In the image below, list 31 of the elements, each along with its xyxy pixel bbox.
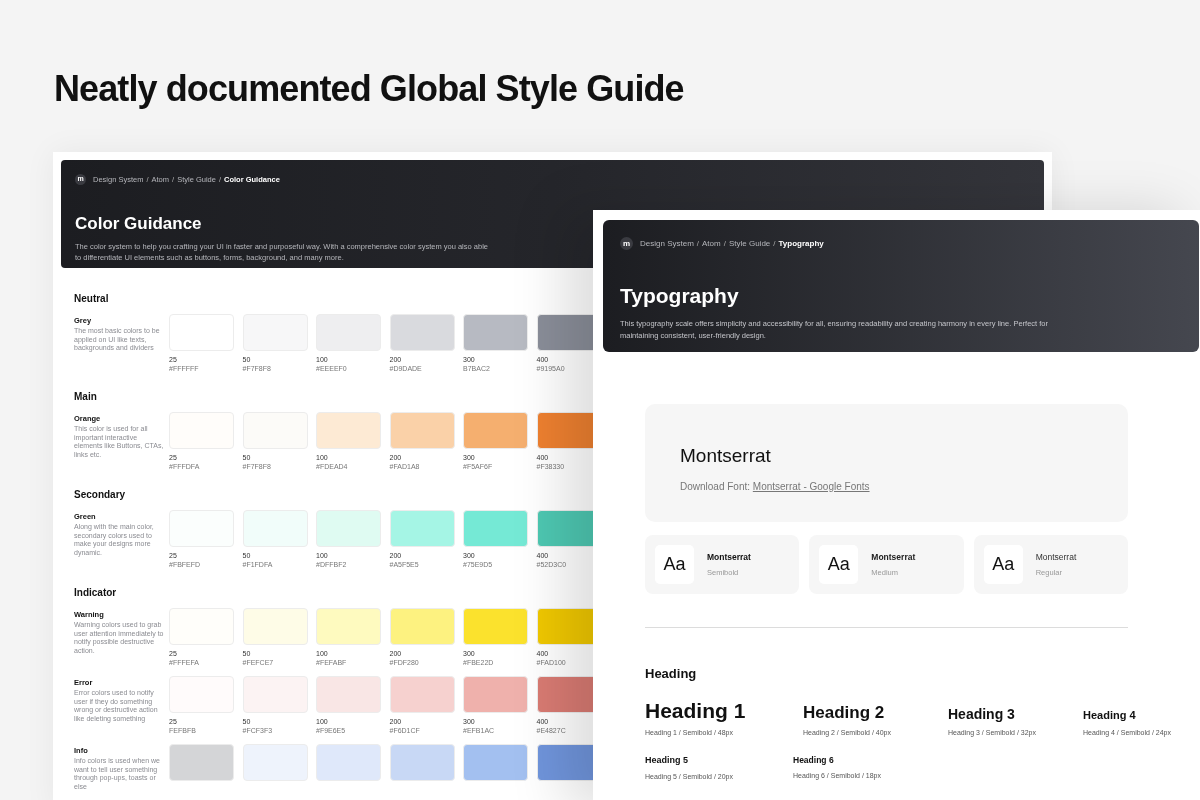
type-sample: Aa [655, 545, 694, 584]
section-title: Heading [645, 665, 698, 683]
type-sample: Aa [983, 545, 1023, 584]
breadcrumb-link[interactable]: Design System [640, 237, 694, 250]
logo: m [620, 237, 633, 250]
font-family-label: Montserrat [871, 550, 916, 564]
download-link[interactable]: Montserrat - Google Fonts [752, 480, 870, 492]
page-title: Color Guidance [75, 213, 203, 236]
font-name: Montserrat [680, 444, 772, 468]
section-title: Neutral [74, 292, 109, 306]
heading-sample: Heading 5 [645, 755, 689, 765]
heading-sample: Heading 6 [793, 755, 835, 764]
heading-sample: Heading 1 [645, 700, 747, 721]
breadcrumb-separator: / [773, 237, 776, 250]
section-title: Main [74, 390, 97, 404]
breadcrumb-link[interactable]: Typography [778, 237, 824, 250]
breadcrumb-separator: / [723, 237, 726, 250]
page-title: Typography [620, 283, 740, 309]
heading-sample: Heading 4 [1083, 710, 1137, 721]
headline: Neatly documented Global Style Guide [54, 67, 684, 111]
type-sample: Aa [819, 545, 859, 584]
download-text: Download Font: Montserrat - Google Fonts [680, 479, 871, 494]
breadcrumb-link[interactable]: Atom [702, 237, 721, 250]
font-family-label: Montserrat [1035, 550, 1077, 564]
heading-sample: Heading 2 [803, 704, 886, 721]
font-family-label: Montserrat [707, 550, 751, 564]
breadcrumb-separator: / [696, 237, 700, 250]
section-title: Indicator [74, 586, 117, 600]
section-title: Secondary [74, 488, 126, 502]
heading-sample: Heading 3 [948, 707, 1016, 721]
breadcrumb-link[interactable]: Style Guide [728, 237, 771, 250]
